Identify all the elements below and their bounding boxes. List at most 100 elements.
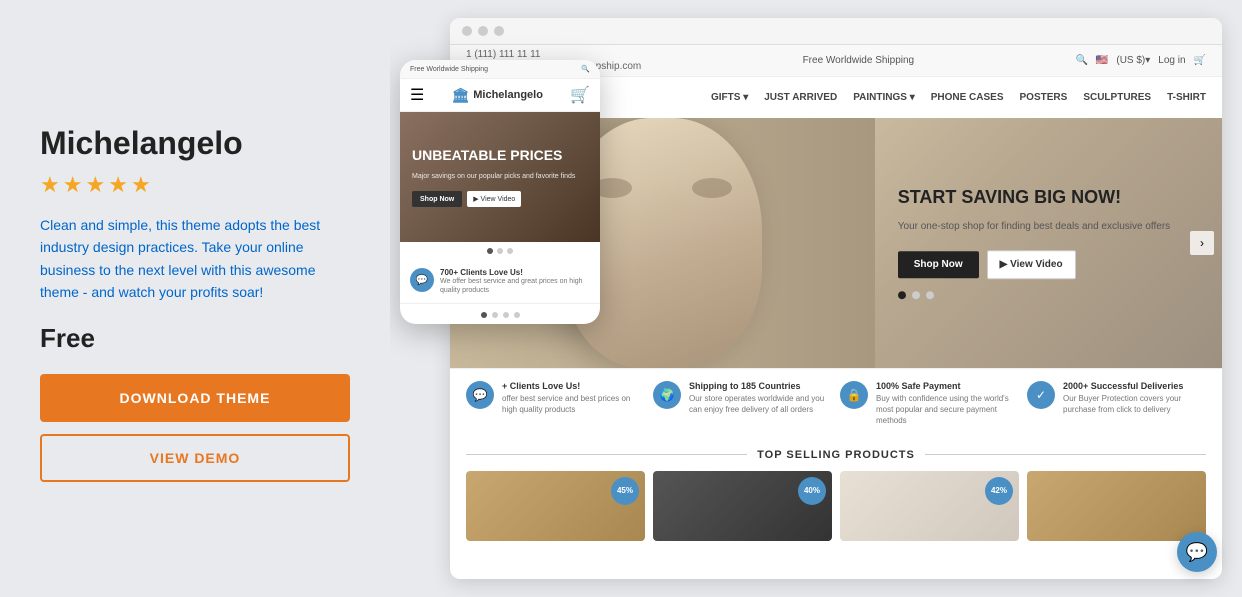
nav-just-arrived[interactable]: JUST ARRIVED (764, 92, 837, 103)
product-card-2[interactable]: 40% (653, 471, 832, 541)
star-4: ★ (108, 172, 128, 198)
hero-dot-2[interactable] (912, 291, 920, 299)
top-selling-header: TOP SELLING PRODUCTS (466, 449, 1206, 461)
nav-paintings[interactable]: PAINTINGS ▾ (853, 92, 915, 103)
product-badge-3: 42% (985, 477, 1013, 505)
clients-desc: offer best service and best prices on hi… (502, 393, 645, 415)
mobile-nav: ☰ 🏛 Michelangelo 🛒 (400, 79, 600, 112)
clients-text: + Clients Love Us! offer best service an… (502, 381, 645, 415)
mobile-hero-subtitle: Major savings on our popular picks and f… (412, 172, 575, 182)
mobile-shipping-text: Free Worldwide Shipping (410, 66, 488, 73)
mobile-feature-icon: 💬 (410, 268, 434, 292)
top-selling-title: TOP SELLING PRODUCTS (757, 449, 915, 461)
deliveries-text: 2000+ Successful Deliveries Our Buyer Pr… (1063, 381, 1206, 415)
product-card-1[interactable]: 45% (466, 471, 645, 541)
store-shipping: Free Worldwide Shipping (803, 55, 915, 66)
star-rating: ★ ★ ★ ★ ★ (40, 172, 350, 198)
product-bg-4 (1027, 471, 1206, 541)
store-menu: GIFTS ▾ JUST ARRIVED PAINTINGS ▾ PHONE C… (711, 92, 1206, 103)
download-theme-button[interactable]: DOWNLOAD THEME (40, 374, 350, 422)
login-link[interactable]: Log in (1158, 55, 1185, 66)
hero-title: START SAVING BIG NOW! (898, 187, 1182, 209)
header-line-right (925, 454, 1206, 455)
product-grid: 45% 40% 42% (466, 471, 1206, 541)
top-selling-section: TOP SELLING PRODUCTS 45% 40% 42% (450, 439, 1222, 549)
product-card-3[interactable]: 42% (840, 471, 1019, 541)
mobile-feature-desc: We offer best service and great prices o… (440, 277, 590, 295)
mobile-hero-text: UNBEATABLE PRICES Major savings on our p… (412, 147, 575, 208)
hero-next-arrow[interactable]: › (1190, 231, 1214, 255)
bottom-dot-2[interactable] (492, 312, 498, 318)
mobile-cart-icon[interactable]: 🛒 (570, 85, 590, 105)
feature-deliveries: ✓ 2000+ Successful Deliveries Our Buyer … (1027, 381, 1206, 427)
hero-dot-1[interactable] (898, 291, 906, 299)
mobile-logo-icon: 🏛 (451, 87, 469, 104)
feature-payment: 🔒 100% Safe Payment Buy with confidence … (840, 381, 1019, 427)
mobile-feature-text: 700+ Clients Love Us! We offer best serv… (440, 268, 590, 295)
view-demo-button[interactable]: VIEW DEMO (40, 434, 350, 482)
mobile-shop-now-button[interactable]: Shop Now (412, 191, 462, 207)
product-card-4[interactable] (1027, 471, 1206, 541)
mobile-feature: 💬 700+ Clients Love Us! We offer best se… (400, 260, 600, 304)
mobile-search-icon[interactable]: 🔍 (581, 65, 590, 73)
hero-buttons: Shop Now ▶ View Video (898, 250, 1182, 279)
product-badge-2: 40% (798, 477, 826, 505)
cart-icon[interactable]: 🛒 (1194, 55, 1206, 66)
mobile-hero-title: UNBEATABLE PRICES (412, 147, 575, 164)
mobile-dot-2[interactable] (497, 248, 503, 254)
mobile-hero: UNBEATABLE PRICES Major savings on our p… (400, 112, 600, 242)
mobile-logo: 🏛 Michelangelo (451, 87, 542, 104)
mobile-menu-icon[interactable]: ☰ (410, 85, 424, 105)
nav-sculptures[interactable]: SCULPTURES (1083, 92, 1151, 103)
browser-dot-red (462, 26, 472, 36)
payment-text: 100% Safe Payment Buy with confidence us… (876, 381, 1019, 427)
mobile-view-video-button[interactable]: ▶ View Video (467, 191, 521, 207)
mobile-feature-title: 700+ Clients Love Us! (440, 268, 590, 277)
theme-title: Michelangelo (40, 125, 350, 162)
nav-phone-cases[interactable]: PHONE CASES (931, 92, 1004, 103)
shipping-icon: 🌍 (653, 381, 681, 409)
view-video-button[interactable]: ▶ View Video (987, 250, 1076, 279)
payment-icon: 🔒 (840, 381, 868, 409)
deliveries-icon: ✓ (1027, 381, 1055, 409)
feature-clients: 💬 + Clients Love Us! offer best service … (466, 381, 645, 427)
hero-subtitle: Your one-stop shop for finding best deal… (898, 219, 1182, 234)
shop-now-button[interactable]: Shop Now (898, 251, 979, 278)
star-3: ★ (85, 172, 105, 198)
payment-title: 100% Safe Payment (876, 381, 1019, 391)
shipping-text: Shipping to 185 Countries Our store oper… (689, 381, 832, 415)
store-topbar-right: 🔍 🇺🇸 (US $)▾ Log in 🛒 (1075, 55, 1206, 66)
nav-tshirt[interactable]: T-SHIRT (1167, 92, 1206, 103)
nav-gifts[interactable]: GIFTS ▾ (711, 92, 748, 103)
mobile-hero-buttons: Shop Now ▶ View Video (412, 191, 575, 207)
currency-selector[interactable]: (US $)▾ (1116, 55, 1150, 66)
mobile-logo-text: Michelangelo (473, 89, 543, 101)
nav-posters[interactable]: POSTERS (1020, 92, 1068, 103)
theme-description: Clean and simple, this theme adopts the … (40, 214, 350, 304)
bottom-dot-3[interactable] (503, 312, 509, 318)
bottom-dot-4[interactable] (514, 312, 520, 318)
star-2: ★ (63, 172, 83, 198)
right-panel: 1 (111) 111 11 11 support@michelangelo.a… (390, 0, 1242, 597)
feature-shipping: 🌍 Shipping to 185 Countries Our store op… (653, 381, 832, 427)
left-panel: Michelangelo ★ ★ ★ ★ ★ Clean and simple,… (0, 0, 390, 597)
chat-icon: 💬 (1186, 542, 1208, 563)
hero-dot-3[interactable] (926, 291, 934, 299)
shipping-desc: Our store operates worldwide and you can… (689, 393, 832, 415)
shipping-title: Shipping to 185 Countries (689, 381, 832, 391)
flag-icon: 🇺🇸 (1096, 55, 1108, 66)
mobile-dot-1[interactable] (487, 248, 493, 254)
payment-desc: Buy with confidence using the world's mo… (876, 393, 1019, 427)
mobile-bottom-dots (400, 304, 600, 324)
hero-content: START SAVING BIG NOW! Your one-stop shop… (878, 167, 1202, 319)
mobile-dot-3[interactable] (507, 248, 513, 254)
store-phone: 1 (111) 111 11 11 (466, 49, 641, 60)
deliveries-desc: Our Buyer Protection covers your purchas… (1063, 393, 1206, 415)
star-1: ★ (40, 172, 60, 198)
product-badge-1: 45% (611, 477, 639, 505)
bottom-dot-1[interactable] (481, 312, 487, 318)
clients-icon: 💬 (466, 381, 494, 409)
chat-button[interactable]: 💬 (1177, 532, 1217, 572)
search-icon[interactable]: 🔍 (1075, 55, 1087, 66)
mobile-mockup: Free Worldwide Shipping 🔍 ☰ 🏛 Michelange… (400, 60, 600, 324)
